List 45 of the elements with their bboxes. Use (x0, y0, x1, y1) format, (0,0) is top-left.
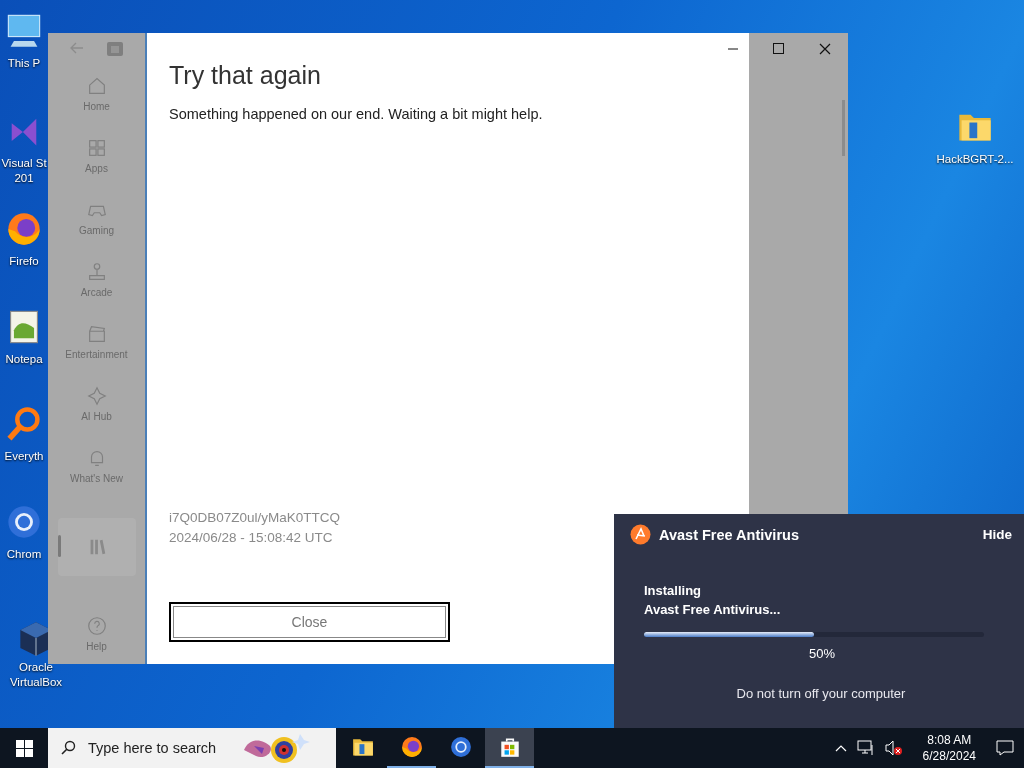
desktop-icon[interactable]: Everyth (0, 405, 48, 464)
desktop-icon[interactable]: Chrom (0, 503, 48, 562)
popup-title: Avast Free Antivirus (659, 526, 800, 543)
fox-globe-icon (5, 210, 43, 248)
nav-item[interactable]: Home (57, 62, 136, 120)
maximize-icon[interactable] (773, 43, 784, 54)
desktop-icon[interactable]: HackBGRT-2... (937, 108, 1013, 167)
close-icon[interactable] (819, 43, 831, 55)
fox-globe-icon (399, 735, 424, 759)
sparkle-icon (85, 384, 108, 407)
desktop-icon[interactable]: This P (0, 12, 48, 71)
nav-item[interactable]: What's New (57, 434, 136, 492)
ring-icon (448, 735, 473, 759)
windows-logo-icon[interactable] (15, 739, 33, 757)
desktop-icon[interactable]: Notepa (0, 308, 48, 367)
nav-item[interactable]: Arcade (57, 248, 136, 306)
warning-note: Do not turn off your computer (735, 686, 907, 701)
error-code: i7Q0DB07Z0ul/yMaK0TTCQ (169, 509, 341, 527)
chevron-up-icon[interactable] (834, 744, 847, 752)
monitor-icon (5, 12, 43, 50)
clock[interactable]: 8:08 AM 6/28/2024 (922, 732, 976, 764)
install-status: Installing Avast Free Antivirus... (644, 582, 782, 619)
search-icon (60, 740, 76, 756)
help-icon (85, 614, 108, 637)
magnifier-icon (5, 405, 43, 443)
nav-item[interactable]: AI Hub (57, 372, 136, 430)
desktop-icon[interactable]: Firefo (0, 210, 48, 269)
ring-icon (5, 503, 43, 541)
desktop-icon[interactable]: Visual St 201 (0, 112, 48, 186)
nav-item[interactable]: Help (57, 602, 136, 660)
notification-icon[interactable] (996, 740, 1014, 756)
hide-button[interactable]: Hide (982, 527, 1012, 542)
taskbar-button[interactable] (485, 728, 534, 768)
progress-percent: 50% (808, 646, 836, 661)
avast-logo-icon (630, 524, 651, 545)
nav-item[interactable]: Entertainment (57, 310, 136, 368)
close-button[interactable]: Close (169, 602, 450, 642)
muted-speaker-icon[interactable] (884, 740, 903, 756)
dialog-title: Try that again (169, 61, 322, 90)
search-field[interactable]: Type here to search (86, 739, 230, 757)
nav-item[interactable]: Apps (57, 124, 136, 182)
error-message: Something happened on our end. Waiting a bit might help. (169, 106, 544, 122)
network-icon[interactable] (856, 740, 875, 756)
error-timestamp: 2024/06/28 - 15:08:42 UTC (169, 529, 333, 547)
nav-item[interactable]: Gaming (57, 186, 136, 244)
